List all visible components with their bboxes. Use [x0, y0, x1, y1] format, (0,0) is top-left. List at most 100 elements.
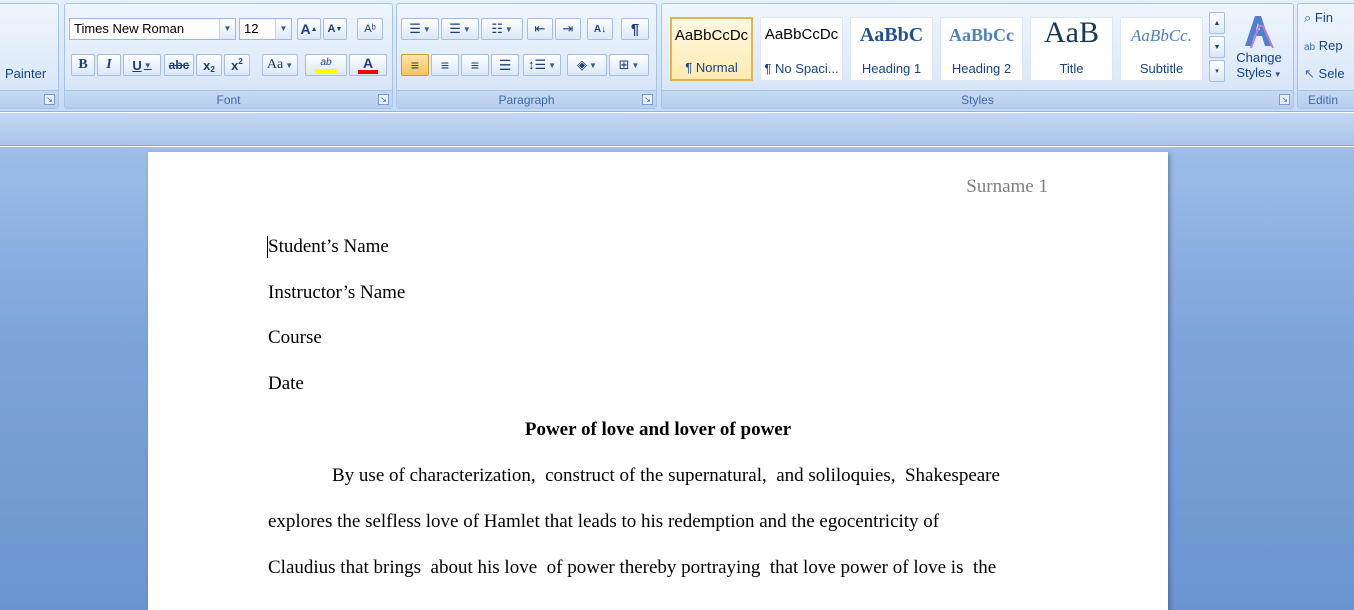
- bold-button[interactable]: B: [71, 54, 95, 76]
- gallery-up-button[interactable]: ▲: [1209, 12, 1225, 34]
- sort-icon: A↓: [593, 23, 607, 35]
- sort-button[interactable]: A↓: [587, 18, 613, 40]
- highlight-button[interactable]: ab: [305, 54, 347, 76]
- style-no-spacing[interactable]: AaBbCcDc ¶ No Spaci...: [760, 17, 843, 81]
- paragraph-group-label: Paragraph: [397, 90, 656, 108]
- clipboard-group: Painter ↘: [0, 3, 59, 109]
- grow-font-icon: A: [300, 21, 311, 37]
- decrease-indent-button[interactable]: ⇤: [527, 18, 553, 40]
- body-line: By use of characterization, construct of…: [332, 465, 1000, 486]
- align-right-button[interactable]: ≡: [461, 54, 489, 76]
- style-sample: AaBbCcDc: [764, 26, 839, 43]
- shading-button[interactable]: ◈ ▼: [567, 54, 607, 76]
- decrease-indent-icon: ⇤: [534, 21, 546, 36]
- cursor-arrow-icon: ↖: [1304, 66, 1315, 81]
- chevron-down-icon[interactable]: ▼: [275, 19, 291, 39]
- ribbon: Painter ↘ Times New Roman ▼ 12 ▼ A ▲ A ▼ A…: [0, 0, 1354, 112]
- change-styles-button[interactable]: Change Styles ▼: [1230, 10, 1288, 90]
- multilevel-list-icon: ☷: [491, 21, 503, 36]
- change-styles-label: Styles ▼: [1236, 65, 1282, 80]
- italic-button[interactable]: I: [97, 54, 121, 76]
- document-workspace: Surname 1 Student’s Name Instructor’s Na…: [0, 147, 1354, 610]
- clear-formatting-button[interactable]: Aᵇ: [357, 18, 383, 40]
- underline-icon: U: [132, 57, 142, 73]
- body-line: explores the selfless love of Hamlet tha…: [268, 511, 940, 532]
- style-normal[interactable]: AaBbCcDc ¶ Normal: [670, 17, 753, 81]
- font-color-icon: A: [362, 55, 374, 71]
- style-sample: AaB: [1044, 16, 1099, 49]
- line-spacing-button[interactable]: ↕☰ ▼: [523, 54, 561, 76]
- styles-group-label: Styles: [662, 90, 1293, 108]
- bullets-button[interactable]: ☰ ▼: [401, 18, 439, 40]
- font-name-combo[interactable]: Times New Roman ▼: [69, 18, 236, 40]
- align-right-icon: ≡: [470, 57, 480, 73]
- style-name: Title: [1059, 61, 1084, 76]
- change-styles-icon: [1245, 16, 1274, 49]
- font-name-value: Times New Roman: [74, 21, 185, 36]
- strikethrough-icon: abc: [168, 58, 190, 72]
- style-name: ¶ No Spaci...: [764, 61, 839, 76]
- line-spacing-icon: ↕☰: [527, 57, 547, 72]
- pilcrow-icon: ¶: [630, 20, 640, 38]
- select-button[interactable]: ↖ Sele: [1304, 66, 1345, 82]
- change-case-button[interactable]: Aa ▼: [262, 54, 298, 76]
- shrink-font-button[interactable]: A ▼: [323, 18, 347, 40]
- increase-indent-icon: ⇥: [562, 21, 574, 36]
- superscript-icon: x: [231, 57, 239, 73]
- increase-indent-button[interactable]: ⇥: [555, 18, 581, 40]
- style-heading-2[interactable]: AaBbCc Heading 2: [940, 17, 1023, 81]
- font-color-button[interactable]: A: [349, 54, 387, 76]
- justify-button[interactable]: ☰: [491, 54, 519, 76]
- strikethrough-button[interactable]: abc: [164, 54, 194, 76]
- find-button[interactable]: ⌕ Fin: [1304, 10, 1333, 26]
- highlighter-icon: ab: [320, 57, 332, 68]
- align-left-button[interactable]: ≡: [401, 54, 429, 76]
- align-center-button[interactable]: ≡: [431, 54, 459, 76]
- clipboard-dialog-launcher[interactable]: ↘: [44, 94, 55, 105]
- page-header: Surname 1: [966, 176, 1048, 197]
- style-name: ¶ Normal: [685, 60, 738, 75]
- course-line: Course: [268, 327, 322, 348]
- font-group-label: Font: [65, 90, 392, 108]
- paint-bucket-icon: ◈: [577, 57, 588, 72]
- eraser-icon: Aᵇ: [364, 23, 376, 35]
- style-name: Subtitle: [1139, 61, 1184, 76]
- format-painter-button[interactable]: Painter: [5, 66, 46, 81]
- font-dialog-launcher[interactable]: ↘: [378, 94, 389, 105]
- gallery-down-button[interactable]: ▼: [1209, 36, 1225, 58]
- borders-button[interactable]: ⊞ ▼: [609, 54, 649, 76]
- essay-title: Power of love and lover of power: [524, 419, 792, 440]
- font-color-bar: [358, 70, 378, 74]
- underline-button[interactable]: U ▼: [123, 54, 161, 76]
- chevron-down-icon[interactable]: ▼: [219, 19, 235, 39]
- numbering-button[interactable]: ☰ ▼: [441, 18, 479, 40]
- date-line: Date: [268, 373, 304, 394]
- superscript-button[interactable]: x2: [224, 54, 250, 76]
- paragraph-dialog-launcher[interactable]: ↘: [642, 94, 653, 105]
- change-styles-label: Change: [1236, 50, 1282, 65]
- subscript-icon: x: [203, 57, 211, 73]
- shrink-font-icon: A: [327, 23, 336, 35]
- style-subtitle[interactable]: AaBbCc. Subtitle: [1120, 17, 1203, 81]
- highlight-color-bar: [315, 69, 337, 73]
- styles-gallery-scroll: ▲ ▼ ▾: [1209, 12, 1225, 82]
- numbered-list-icon: ☰: [449, 21, 461, 36]
- show-formatting-button[interactable]: ¶: [621, 18, 649, 40]
- paragraph-group: ☰ ▼ ☰ ▼ ☷ ▼ ⇤ ⇥ A↓ ¶ ≡ ≡ ≡ ☰ ↕☰ ▼ ◈ ▼ ⊞ …: [396, 3, 657, 109]
- replace-icon: ab: [1304, 42, 1316, 53]
- multilevel-list-button[interactable]: ☷ ▼: [481, 18, 523, 40]
- style-sample: AaBbCc.: [1131, 26, 1192, 45]
- subscript-button[interactable]: x2: [196, 54, 222, 76]
- styles-dialog-launcher[interactable]: ↘: [1279, 94, 1290, 105]
- binoculars-icon: ⌕: [1304, 10, 1312, 25]
- font-size-combo[interactable]: 12 ▼: [239, 18, 292, 40]
- gallery-more-button[interactable]: ▾: [1209, 60, 1225, 82]
- document-page[interactable]: Surname 1 Student’s Name Instructor’s Na…: [148, 152, 1168, 610]
- align-center-icon: ≡: [440, 57, 450, 73]
- style-heading-1[interactable]: AaBbC Heading 1: [850, 17, 933, 81]
- grow-font-button[interactable]: A ▲: [297, 18, 321, 40]
- style-sample: AaBbCc: [948, 25, 1014, 45]
- style-title[interactable]: AaB Title: [1030, 16, 1113, 81]
- replace-button[interactable]: ab Rep: [1304, 38, 1343, 53]
- bullet-list-icon: ☰: [409, 21, 421, 36]
